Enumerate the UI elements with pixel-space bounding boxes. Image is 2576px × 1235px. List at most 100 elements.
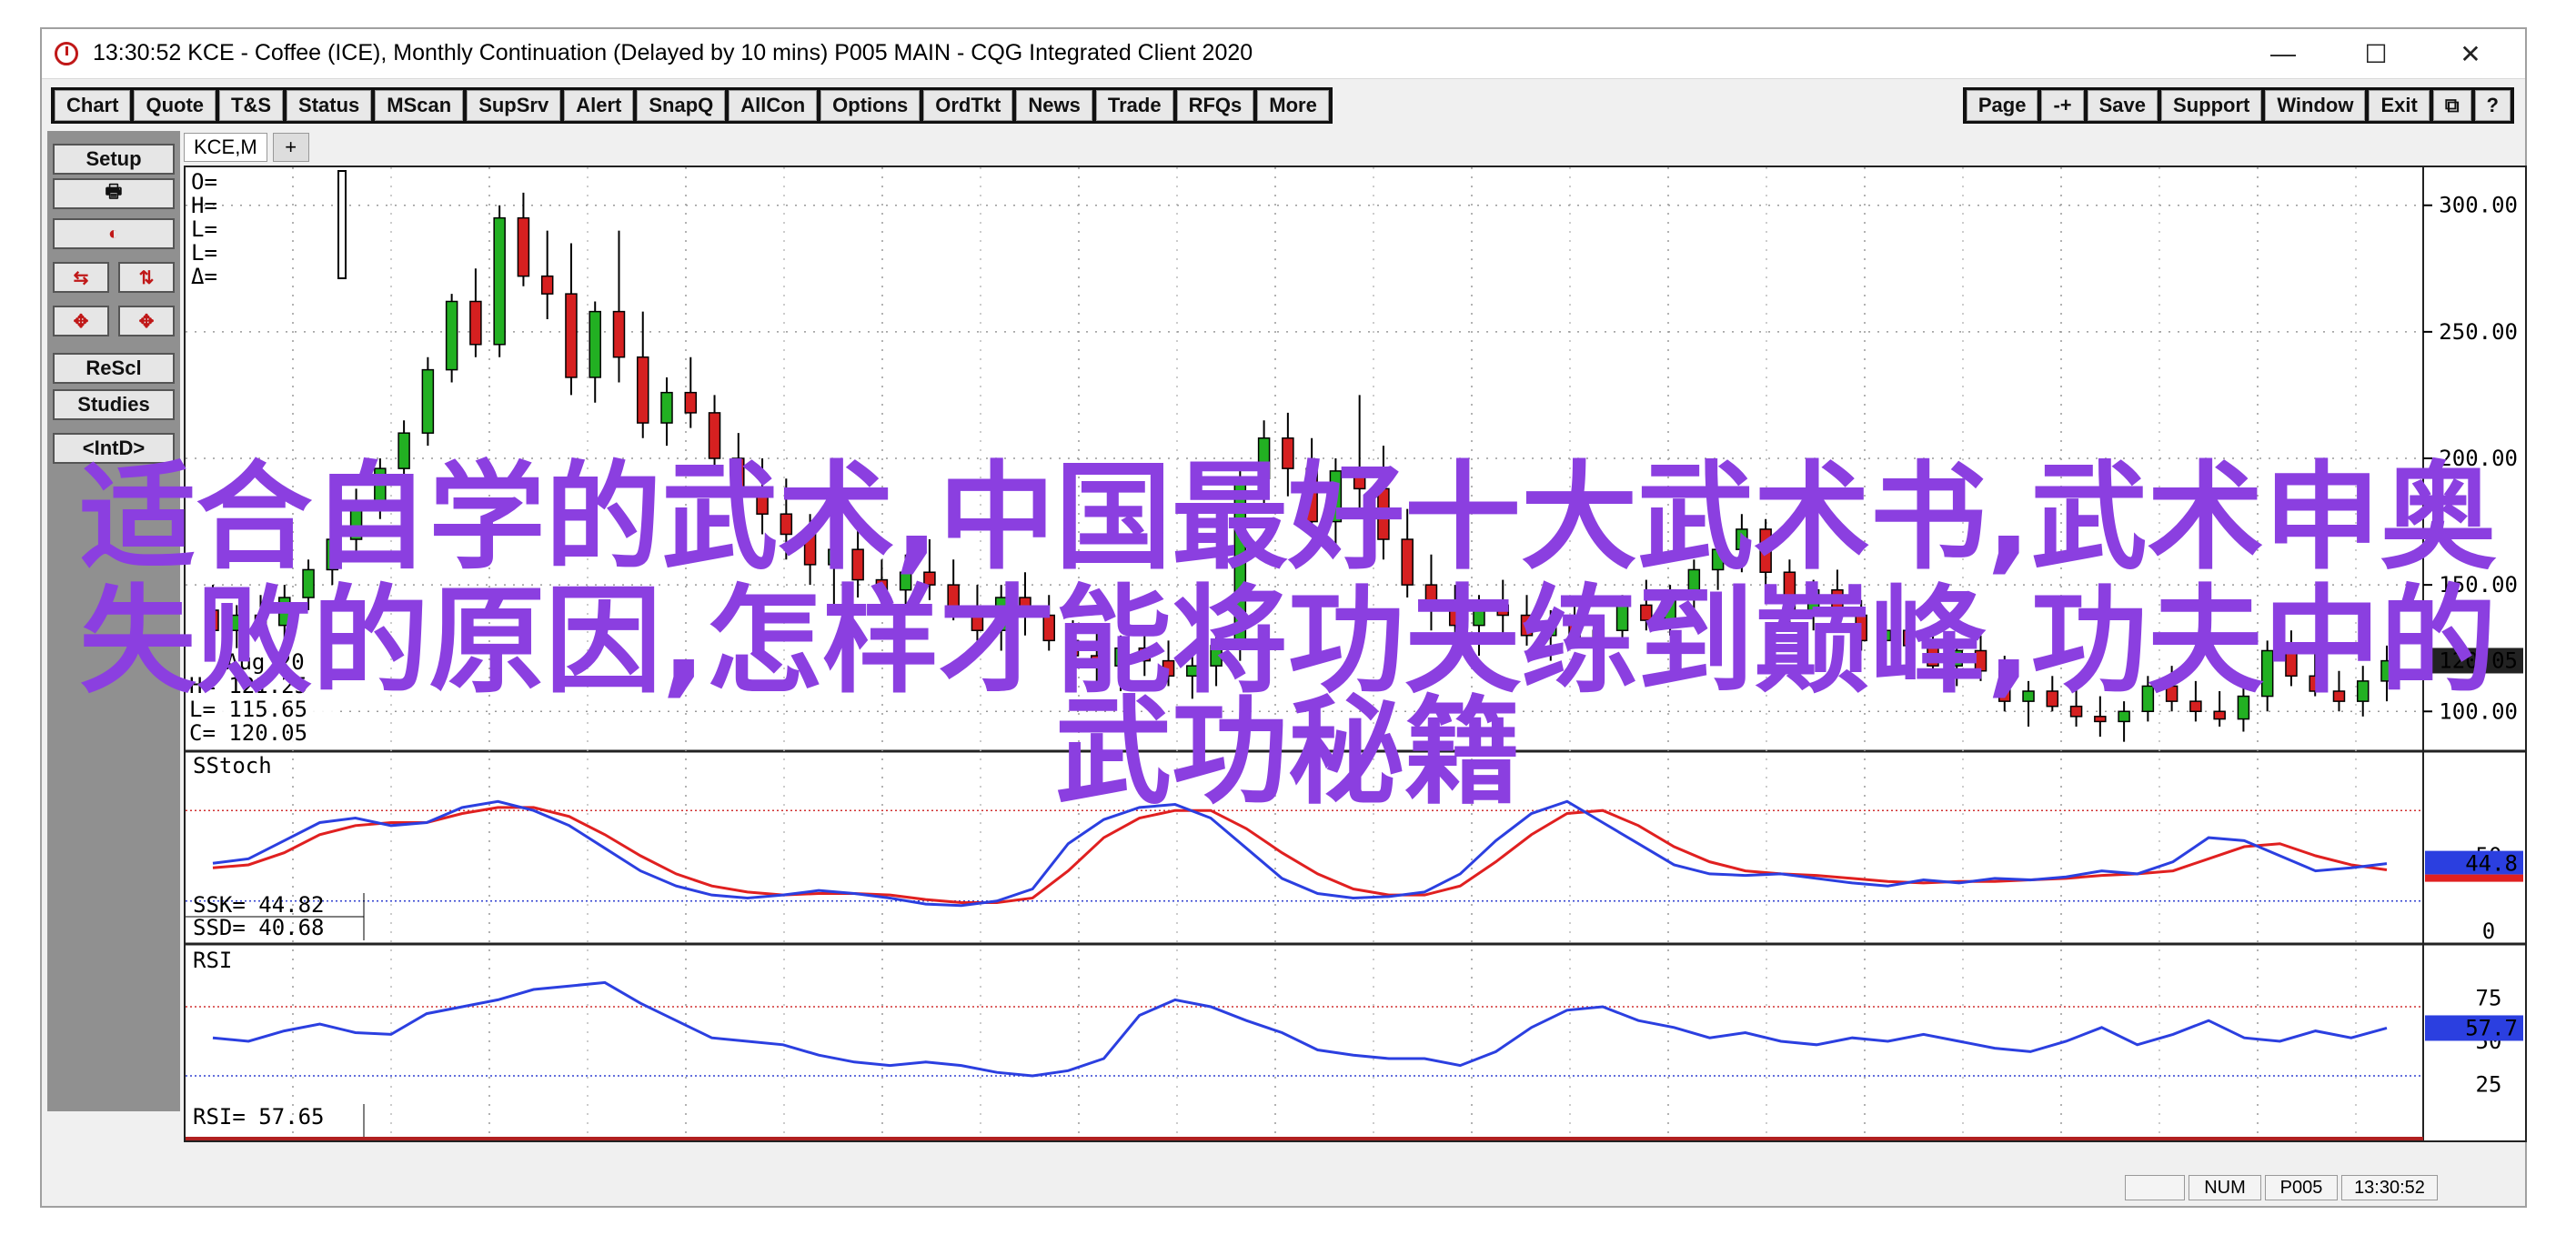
close-button[interactable]: ✕: [2429, 33, 2512, 75]
zoom-vertical-icon: ✥: [138, 311, 155, 332]
toolbar-right-group: Page -+ Save Support Window Exit ⧉?: [1962, 87, 2514, 124]
candle-body: [1950, 649, 1964, 667]
toolbar-button-status[interactable]: Status: [287, 90, 372, 121]
candle-body: [971, 609, 984, 631]
toolbar-button-[interactable]: ⧉: [2432, 90, 2471, 121]
candle-body: [1711, 548, 1725, 571]
toolbar-button-alert[interactable]: Alert: [564, 90, 634, 121]
chart-tabs: KCE,M +: [184, 133, 315, 164]
chart-canvas[interactable]: 2010201120122013201420152016201720182019…: [186, 167, 2525, 1140]
candle-body: [1902, 629, 1916, 647]
candle-body: [780, 513, 793, 536]
toolbar-button-window[interactable]: Window: [2265, 90, 2366, 121]
scroll-vertical-button[interactable]: ⇅: [118, 262, 175, 293]
tab-kce-m[interactable]: KCE,M: [184, 133, 267, 162]
print-button[interactable]: 🖶: [53, 178, 175, 209]
toolbar-button-page[interactable]: Page: [1966, 90, 2038, 121]
stoch-axis-label: 0: [2482, 919, 2495, 944]
price-axis-label: 250.00: [2439, 319, 2518, 345]
candle-body: [1783, 571, 1796, 611]
candle-body: [1138, 647, 1152, 662]
candle-body: [2285, 649, 2298, 678]
candle-body: [2165, 685, 2179, 702]
candle-body: [1448, 609, 1462, 627]
toolbar-button-rfqs[interactable]: RFQs: [1176, 90, 1254, 121]
candle-body: [2118, 710, 2130, 723]
toolbar-button-save[interactable]: Save: [2087, 90, 2158, 121]
candle-body: [2309, 675, 2321, 692]
toolbar-button-news[interactable]: News: [1016, 90, 1092, 121]
candle-body: [1257, 437, 1271, 480]
candle-body: [445, 300, 458, 371]
candle-body: [397, 432, 410, 469]
candle-body: [684, 391, 698, 414]
candle-body: [254, 614, 267, 627]
candle-body: [1042, 614, 1055, 642]
printer-icon: 🖶: [105, 182, 123, 202]
toolbar-button-exit[interactable]: Exit: [2369, 90, 2430, 121]
toolbar-button-quote[interactable]: Quote: [134, 90, 216, 121]
add-tab-button[interactable]: +: [272, 133, 309, 162]
interval-button[interactable]: <IntD>: [53, 433, 175, 464]
candle-body: [1162, 659, 1175, 678]
toolbar-button-options[interactable]: Options: [820, 90, 921, 121]
num-lock-indicator: NUM: [2189, 1175, 2261, 1200]
toolbar-button-t-s[interactable]: T&S: [219, 90, 284, 121]
arrows-left-icon: ⇆: [73, 267, 89, 288]
candle-body: [2046, 690, 2059, 708]
toolbar-button-chart[interactable]: Chart: [55, 90, 131, 121]
zoom-v-button[interactable]: ✥: [118, 306, 175, 336]
candle-body: [540, 275, 554, 295]
candle-body: [994, 597, 1008, 631]
toolbar-button-allcon[interactable]: AllCon: [729, 90, 818, 121]
chart-area[interactable]: 2010201120122013201420152016201720182019…: [184, 166, 2527, 1142]
toolbar-button-trade[interactable]: Trade: [1095, 90, 1173, 121]
cursor-info-line: H=: [191, 193, 217, 218]
toolbar-button-[interactable]: ?: [2474, 90, 2511, 121]
candle-body: [708, 412, 721, 459]
studies-button[interactable]: Studies: [53, 389, 175, 420]
main-toolbar: Chart Quote T&S Status MScan SupSrv Alert SnapQ…: [42, 80, 2525, 127]
candle-body: [2213, 710, 2226, 720]
price-axis-label: 300.00: [2439, 193, 2518, 218]
candle-body: [1592, 629, 1605, 642]
candle-body: [278, 597, 291, 627]
toolbar-button-snapq[interactable]: SnapQ: [637, 90, 726, 121]
chart-sidebar: Setup 🖶 ◐ ⇆ ⇅ ✥ ✥ ReScl Studies <IntD>: [47, 131, 180, 1111]
candle-body: [1496, 604, 1509, 617]
toolbar-button-more[interactable]: More: [1257, 90, 1329, 121]
setup-button[interactable]: Setup: [53, 144, 175, 175]
rescale-button[interactable]: ReScl: [53, 353, 175, 384]
scroll-left-button[interactable]: ⇆: [53, 262, 109, 293]
candle-body: [1545, 622, 1557, 637]
candle-body: [1424, 584, 1438, 611]
candle-body: [851, 548, 864, 581]
rsi-last-label: 57.7: [2465, 1015, 2518, 1040]
candle-body: [1974, 649, 1987, 672]
toolbar-button-support[interactable]: Support: [2161, 90, 2262, 121]
candle-body: [1568, 622, 1581, 642]
minimize-button[interactable]: —: [2241, 33, 2325, 75]
cursor-info-line: L=: [191, 240, 217, 266]
toolbar-left-group: Chart Quote T&S Status MScan SupSrv Alert SnapQ…: [51, 87, 1333, 124]
candle-body: [828, 548, 840, 566]
candle-body: [1855, 614, 1867, 642]
cursor-marker: [337, 170, 347, 279]
toolbar-button-[interactable]: -+: [2041, 90, 2084, 121]
candle-body: [1066, 639, 1080, 657]
candle-body: [803, 533, 817, 566]
toggle-button[interactable]: ◐: [53, 218, 175, 249]
rsi-axis-label: 25: [2476, 1072, 2502, 1098]
toolbar-button-ordtkt[interactable]: OrdTkt: [923, 90, 1013, 121]
maximize-button[interactable]: ☐: [2334, 33, 2418, 75]
candle-body: [1687, 568, 1701, 591]
stoch-last-label: 44.8: [2465, 851, 2518, 877]
toolbar-button-supsrv[interactable]: SupSrv: [467, 90, 561, 121]
candle-body: [1806, 588, 1820, 611]
candle-body: [565, 293, 578, 378]
rsi-axis-label: 75: [2476, 986, 2502, 1011]
candle-body: [1878, 629, 1892, 642]
zoom-h-button[interactable]: ✥: [53, 306, 109, 336]
toolbar-button-mscan[interactable]: MScan: [375, 90, 464, 121]
candle-body: [636, 356, 649, 424]
